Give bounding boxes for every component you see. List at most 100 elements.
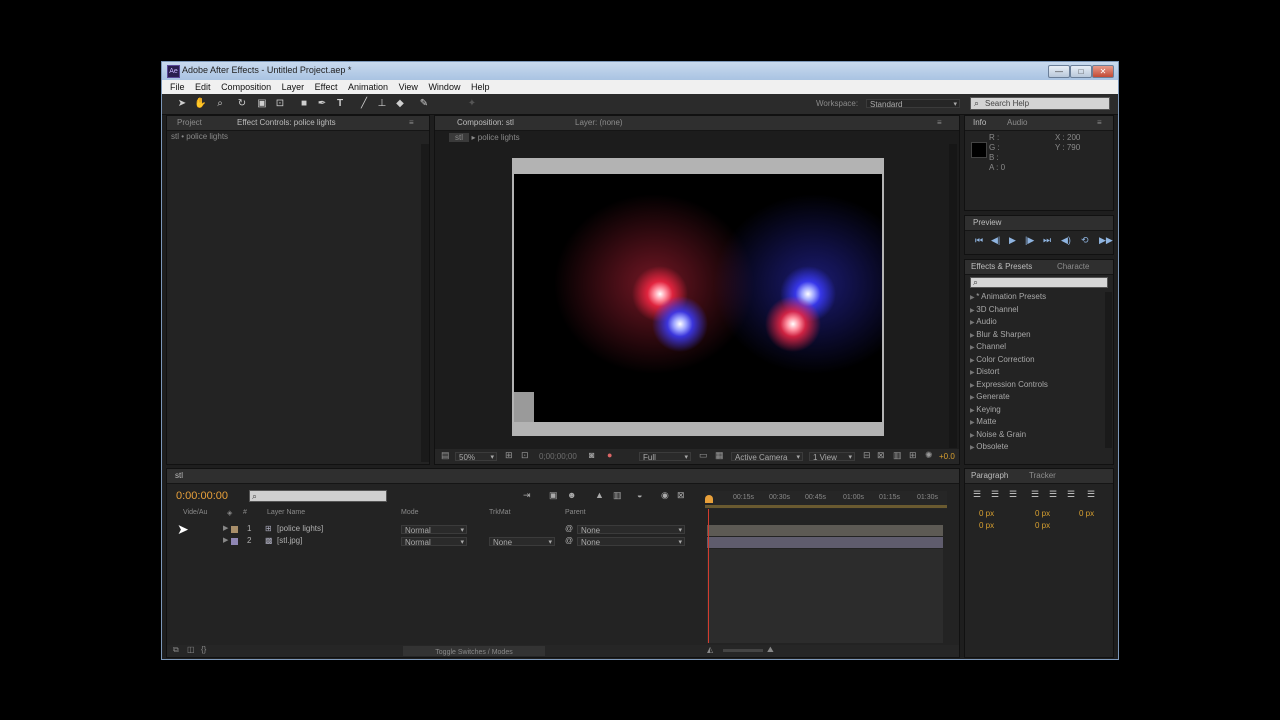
toggle-switches-modes-button[interactable]: Toggle Switches / Modes	[403, 646, 545, 656]
breadcrumb-comp[interactable]: stl	[449, 133, 469, 142]
menu-window[interactable]: Window	[428, 80, 460, 94]
list-item[interactable]: Matte	[970, 417, 996, 426]
list-item[interactable]: 3D Channel	[970, 305, 1018, 314]
motion-blur-icon[interactable]: ▥	[613, 490, 622, 501]
help-search-field[interactable]: ⌕ Search Help	[970, 97, 1110, 110]
timecode-readout[interactable]: 0;00;00;00	[539, 452, 577, 461]
layer-name[interactable]: [stl.jpg]	[277, 536, 302, 545]
graph-editor-icon[interactable]: ◉	[661, 490, 669, 501]
trkmat-select[interactable]: None	[489, 537, 555, 547]
hand-tool-icon[interactable]: ✋	[194, 98, 206, 110]
minimize-button[interactable]: —	[1048, 65, 1070, 78]
workspace-select[interactable]: Standard	[866, 99, 960, 109]
menu-effect[interactable]: Effect	[315, 80, 338, 94]
tab-composition[interactable]: Composition: stl	[457, 118, 514, 127]
audio-icon[interactable]: ◀)	[1061, 235, 1071, 246]
menu-file[interactable]: File	[170, 80, 185, 94]
parent-select[interactable]: None	[577, 537, 685, 547]
list-item[interactable]: Channel	[970, 342, 1006, 351]
fast-previews-icon[interactable]: ⊠	[877, 450, 885, 461]
loop-icon[interactable]: ⟲	[1081, 235, 1089, 246]
menu-edit[interactable]: Edit	[195, 80, 211, 94]
menu-animation[interactable]: Animation	[348, 80, 388, 94]
comp-mini-flowchart-icon[interactable]: ⇥	[523, 490, 531, 501]
mode-select[interactable]: Normal	[401, 537, 467, 547]
timeline-search-input[interactable]: ⌕	[249, 490, 387, 502]
justify-left-icon[interactable]: ☰	[1031, 489, 1039, 500]
brainstorm-icon[interactable]: ◒	[637, 490, 642, 500]
effects-scrollbar[interactable]	[1105, 292, 1112, 448]
zoom-tool-icon[interactable]: ⌕	[214, 98, 226, 110]
list-item[interactable]: Obsolete	[970, 442, 1008, 451]
tab-info[interactable]: Info	[973, 118, 986, 127]
hide-shy-layers-icon[interactable]: ☻	[567, 490, 576, 500]
panel-menu-icon[interactable]: ≡	[937, 118, 942, 127]
justify-all-icon[interactable]: ☰	[1087, 489, 1095, 500]
zoom-select[interactable]: 50%	[455, 452, 497, 462]
zoom-in-icon[interactable]: ⛰	[767, 645, 774, 655]
table-row[interactable]: ▶ 1 ⊞ [police lights] Normal @ None	[173, 524, 705, 536]
pickwhip-icon[interactable]: @	[565, 536, 573, 545]
tab-effect-controls[interactable]: Effect Controls: police lights	[237, 118, 336, 127]
exposure-icon[interactable]: ✺	[925, 450, 933, 461]
pan-behind-tool-icon[interactable]: ⊡	[274, 98, 286, 110]
zoom-slider[interactable]	[723, 649, 763, 652]
table-row[interactable]: ▶ 2 ▩ [stl.jpg] Normal None @ None	[173, 536, 705, 548]
tab-paragraph[interactable]: Paragraph	[971, 471, 1008, 480]
list-item[interactable]: Expression Controls	[970, 380, 1048, 389]
maximize-button[interactable]: □	[1070, 65, 1092, 78]
previous-frame-icon[interactable]: ◀|	[991, 235, 1000, 246]
rectangle-tool-icon[interactable]: ■	[298, 98, 310, 110]
resolution-select[interactable]: Full	[639, 452, 691, 462]
panel-menu-icon[interactable]: ≡	[409, 118, 414, 127]
layer-bar-2[interactable]	[707, 537, 943, 548]
label-color-swatch[interactable]	[231, 526, 238, 533]
view-layout-select[interactable]: 1 View	[809, 452, 855, 462]
close-button[interactable]: ✕	[1092, 65, 1114, 78]
tab-project[interactable]: Project	[177, 118, 202, 127]
expand-arrow-icon[interactable]: ▶	[223, 524, 228, 532]
effect-controls-scrollbar[interactable]	[421, 144, 429, 462]
list-item[interactable]: Generate	[970, 392, 1009, 401]
mode-select[interactable]: Normal	[401, 525, 467, 535]
auto-keyframe-icon[interactable]: ⊠	[677, 490, 685, 501]
region-of-interest-icon[interactable]: ▭	[699, 450, 708, 461]
layer-bar-1[interactable]	[707, 525, 943, 536]
menu-help[interactable]: Help	[471, 80, 490, 94]
menu-layer[interactable]: Layer	[282, 80, 305, 94]
zoom-out-icon[interactable]: ◭	[707, 645, 713, 654]
mask-toggle-icon[interactable]: ⊡	[521, 450, 529, 461]
justify-center-icon[interactable]: ☰	[1049, 489, 1057, 500]
list-item[interactable]: Noise & Grain	[970, 430, 1026, 439]
play-icon[interactable]: ▶	[1009, 235, 1016, 246]
indent-left-field[interactable]: 0 px	[979, 509, 994, 518]
indent-right-field[interactable]: 0 px	[1035, 509, 1050, 518]
type-tool-icon[interactable]: T	[334, 98, 346, 110]
list-item[interactable]: * Animation Presets	[970, 292, 1046, 301]
align-right-icon[interactable]: ☰	[1009, 489, 1017, 500]
time-ruler[interactable]: 00:15s 00:30s 00:45s 01:00s 01:15s 01:30…	[705, 491, 947, 509]
timeline-icon[interactable]: ▥	[893, 450, 902, 461]
frame-blending-icon[interactable]: ▲	[595, 490, 604, 500]
draft-3d-icon[interactable]: ▣	[549, 490, 558, 501]
list-item[interactable]: Audio	[970, 317, 996, 326]
show-channel-icon[interactable]: ●	[607, 450, 612, 460]
tab-timeline-comp[interactable]: stl	[175, 471, 183, 480]
eraser-tool-icon[interactable]: ◆	[394, 98, 406, 110]
exposure-value[interactable]: +0.0	[939, 452, 955, 461]
panel-menu-icon[interactable]: ≡	[1097, 118, 1102, 127]
flowchart-icon[interactable]: ⊞	[909, 450, 917, 461]
layer-name[interactable]: [police lights]	[277, 524, 323, 533]
always-preview-icon[interactable]: ▤	[441, 450, 450, 461]
roto-brush-tool-icon[interactable]: ✎	[418, 98, 430, 110]
tab-character[interactable]: Characte	[1057, 262, 1089, 271]
effects-search-input[interactable]: ⌕	[970, 277, 1108, 288]
transparency-grid-icon[interactable]: ▦	[715, 450, 724, 461]
composition-scrollbar[interactable]	[949, 144, 957, 448]
expand-transfer-controls-icon[interactable]: ◫	[187, 645, 195, 654]
pen-tool-icon[interactable]: ✒	[316, 98, 328, 110]
tab-preview[interactable]: Preview	[973, 218, 1001, 227]
menu-view[interactable]: View	[399, 80, 418, 94]
pickwhip-icon[interactable]: @	[565, 524, 573, 533]
breadcrumb-layer[interactable]: police lights	[478, 133, 520, 142]
